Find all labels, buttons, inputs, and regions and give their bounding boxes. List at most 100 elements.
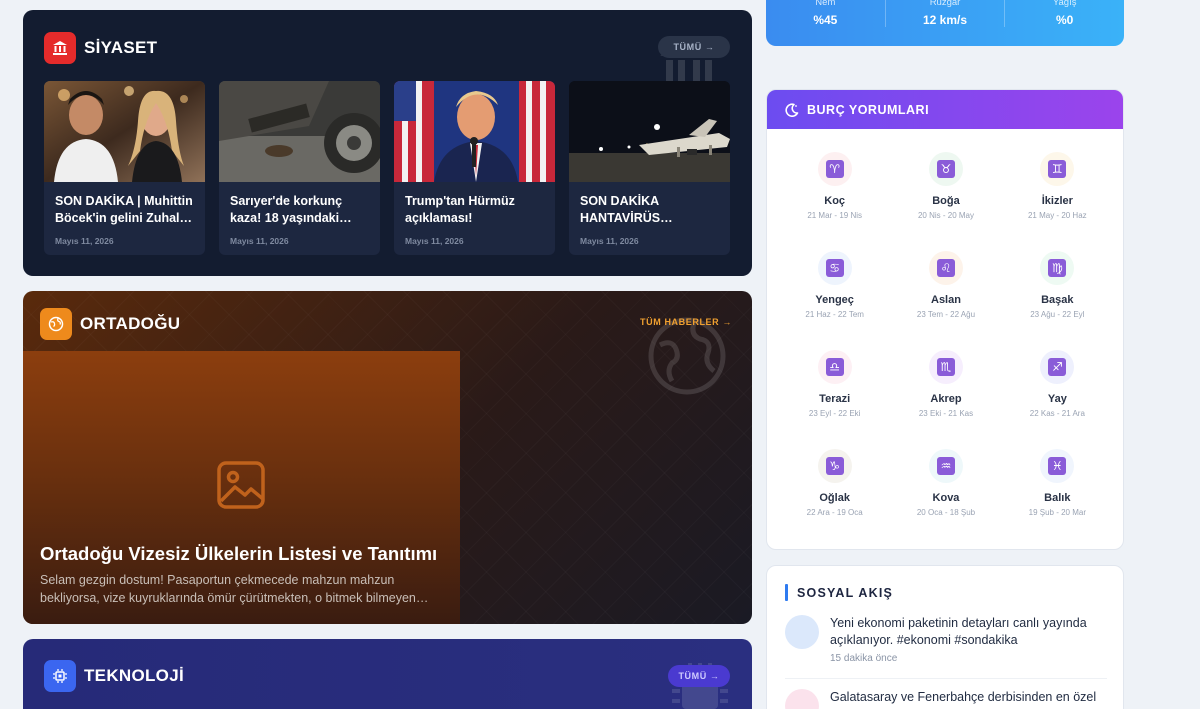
weather-stats: Nem %45 Rüzgar 12 km/s Yağış %0 — [766, 0, 1124, 27]
zodiac-scorpio[interactable]: ♏ Akrep 23 Eki - 21 Kas — [890, 350, 1001, 418]
zodiac-dates: 22 Ara - 19 Oca — [806, 508, 863, 517]
sagittarius-icon: ♐ — [1040, 350, 1075, 384]
zodiac-virgo[interactable]: ♍ Başak 23 Ağu - 22 Eyl — [1002, 251, 1113, 319]
teknoloji-header: TEKNOLOJİ — [44, 660, 184, 692]
news-title[interactable]: SON DAKİKA | Muhittin Böcek'in gelini Zu… — [44, 182, 205, 230]
news-image[interactable] — [394, 81, 555, 182]
moon-icon — [785, 102, 799, 117]
avatar — [785, 615, 819, 649]
social-post[interactable]: Galatasaray ve Fenerbahçe derbisinden en… — [785, 689, 1107, 709]
zodiac-capricorn[interactable]: ♑ Oğlak 22 Ara - 19 Oca — [779, 449, 890, 517]
siyaset-all-button[interactable]: TÜMÜ → — [658, 36, 730, 58]
zodiac-name: Yay — [1047, 393, 1067, 405]
zodiac-name: Oğlak — [819, 492, 850, 504]
zodiac-name: Terazi — [819, 393, 851, 405]
social-feed-widget: SOSYAL AKIŞ Yeni ekonomi paketinin detay… — [766, 565, 1124, 709]
institution-icon — [44, 32, 76, 64]
zodiac-name: İkizler — [1041, 195, 1073, 207]
zodiac-pisces[interactable]: ♓ Balık 19 Şub - 20 Mar — [1002, 449, 1113, 517]
news-date: Mayıs 11, 2026 — [580, 236, 639, 246]
post-text[interactable]: Yeni ekonomi paketinin detayları canlı y… — [830, 615, 1107, 649]
zodiac-aquarius[interactable]: ♒ Kova 20 Oca - 18 Şub — [890, 449, 1001, 517]
libra-icon: ♎ — [817, 350, 852, 384]
news-image[interactable] — [219, 81, 380, 182]
zodiac-taurus[interactable]: ♉ Boğa 20 Nis - 20 May — [890, 152, 1001, 220]
news-card[interactable]: SON DAKİKA HANTAVİRÜS… Mayıs 11, 2026 — [569, 81, 730, 255]
siyaset-header: SİYASET — [44, 32, 157, 64]
virgo-icon: ♍ — [1040, 251, 1075, 285]
globe-icon — [40, 308, 72, 340]
news-date: Mayıs 11, 2026 — [230, 236, 289, 246]
taurus-icon: ♉ — [928, 152, 963, 186]
divider — [785, 678, 1107, 679]
post-time: 15 dakika önce — [830, 653, 898, 664]
news-title[interactable]: SON DAKİKA HANTAVİRÜS… — [569, 182, 730, 230]
zodiac-name: Başak — [1041, 294, 1074, 306]
zodiac-gemini[interactable]: ♊ İkizler 21 May - 20 Haz — [1002, 152, 1113, 220]
zodiac-dates: 20 Nis - 20 May — [917, 211, 974, 220]
zodiac-name: Boğa — [932, 195, 960, 207]
zodiac-dates: 22 Kas - 21 Ara — [1029, 409, 1085, 418]
zodiac-libra[interactable]: ♎ Terazi 23 Eyl - 22 Eki — [779, 350, 890, 418]
featured-article-title[interactable]: Ortadoğu Vizesiz Ülkelerin Listesi ve Ta… — [40, 543, 740, 565]
ortadogu-header: ORTADOĞU — [40, 308, 180, 340]
zodiac-leo[interactable]: ♌ Aslan 23 Tem - 22 Ağu — [890, 251, 1001, 319]
image-placeholder-icon — [217, 461, 265, 509]
siyaset-section: SİYASET TÜMÜ → SON DAKİKA | Muhittin Böc… — [23, 10, 752, 276]
aries-icon: ♈ — [817, 152, 852, 186]
post-text[interactable]: Galatasaray ve Fenerbahçe derbisinden en… — [830, 689, 1096, 706]
horoscope-header: BURÇ YORUMLARI — [767, 90, 1123, 129]
zodiac-cancer[interactable]: ♋ Yengeç 21 Haz - 22 Tem — [779, 251, 890, 319]
weather-stat-label: Yağış — [1052, 0, 1077, 8]
zodiac-dates: 23 Ağu - 22 Eyl — [1030, 310, 1085, 319]
weather-widget: Nem %45 Rüzgar 12 km/s Yağış %0 — [766, 0, 1124, 46]
zodiac-dates: 20 Oca - 18 Şub — [916, 508, 976, 517]
news-date: Mayıs 11, 2026 — [405, 236, 464, 246]
news-card[interactable]: Trump'tan Hürmüz açıklaması! Operasyo… M… — [394, 81, 555, 255]
news-image[interactable] — [569, 81, 730, 182]
zodiac-dates: 21 Haz - 22 Tem — [805, 310, 864, 319]
aquarius-icon: ♒ — [928, 449, 963, 483]
teknoloji-all-button[interactable]: TÜMÜ → — [668, 665, 730, 687]
weather-stat-value: %0 — [1056, 13, 1074, 27]
cancer-icon: ♋ — [817, 251, 852, 285]
chip-icon — [44, 660, 76, 692]
accent-bar — [785, 584, 788, 601]
ortadogu-all-news-button[interactable]: TÜM HABERLER → — [636, 317, 736, 327]
gemini-icon: ♊ — [1040, 152, 1075, 186]
weather-humidity: Nem %45 — [766, 0, 885, 27]
zodiac-aries[interactable]: ♈ Koç 21 Mar - 19 Nis — [779, 152, 890, 220]
news-title[interactable]: Trump'tan Hürmüz açıklaması! Operasyo… — [394, 182, 555, 230]
news-image[interactable] — [44, 81, 205, 182]
ortadogu-title: ORTADOĞU — [80, 314, 181, 333]
zodiac-sagittarius[interactable]: ♐ Yay 22 Kas - 21 Ara — [1002, 350, 1113, 418]
teknoloji-title: TEKNOLOJİ — [84, 666, 184, 685]
zodiac-dates: 21 May - 20 Haz — [1027, 211, 1087, 220]
news-title[interactable]: Sarıyer'de korkunç kaza! 18 yaşındaki… — [219, 182, 380, 230]
news-date: Mayıs 11, 2026 — [55, 236, 114, 246]
globe-watermark-icon — [648, 317, 726, 395]
zodiac-dates: 23 Eki - 21 Kas — [918, 409, 974, 418]
social-feed-title: SOSYAL AKIŞ — [797, 585, 894, 600]
siyaset-title: SİYASET — [84, 38, 158, 57]
siyaset-news-list: SON DAKİKA | Muhittin Böcek'in gelini Zu… — [44, 81, 730, 255]
avatar — [785, 689, 819, 709]
horoscope-widget: BURÇ YORUMLARI ♈ Koç 21 Mar - 19 Nis ♉ B… — [766, 89, 1124, 550]
weather-stat-value: %45 — [813, 13, 838, 27]
horoscope-title: BURÇ YORUMLARI — [807, 102, 930, 117]
leo-icon: ♌ — [928, 251, 963, 285]
zodiac-name: Yengeç — [815, 294, 854, 306]
news-card[interactable]: SON DAKİKA | Muhittin Böcek'in gelini Zu… — [44, 81, 205, 255]
capricorn-icon: ♑ — [817, 449, 852, 483]
zodiac-dates: 19 Şub - 20 Mar — [1028, 508, 1087, 517]
zodiac-name: Kova — [932, 492, 960, 504]
news-card[interactable]: Sarıyer'de korkunç kaza! 18 yaşındaki… M… — [219, 81, 380, 255]
zodiac-dates: 21 Mar - 19 Nis — [807, 211, 862, 220]
social-post[interactable]: Yeni ekonomi paketinin detayları canlı y… — [785, 615, 1107, 664]
weather-wind: Rüzgar 12 km/s — [884, 0, 1005, 27]
weather-stat-label: Nem — [815, 0, 836, 8]
zodiac-dates: 23 Tem - 22 Ağu — [916, 310, 976, 319]
weather-stat-label: Rüzgar — [929, 0, 961, 8]
social-feed-header: SOSYAL AKIŞ — [785, 584, 893, 601]
pisces-icon: ♓ — [1040, 449, 1075, 483]
